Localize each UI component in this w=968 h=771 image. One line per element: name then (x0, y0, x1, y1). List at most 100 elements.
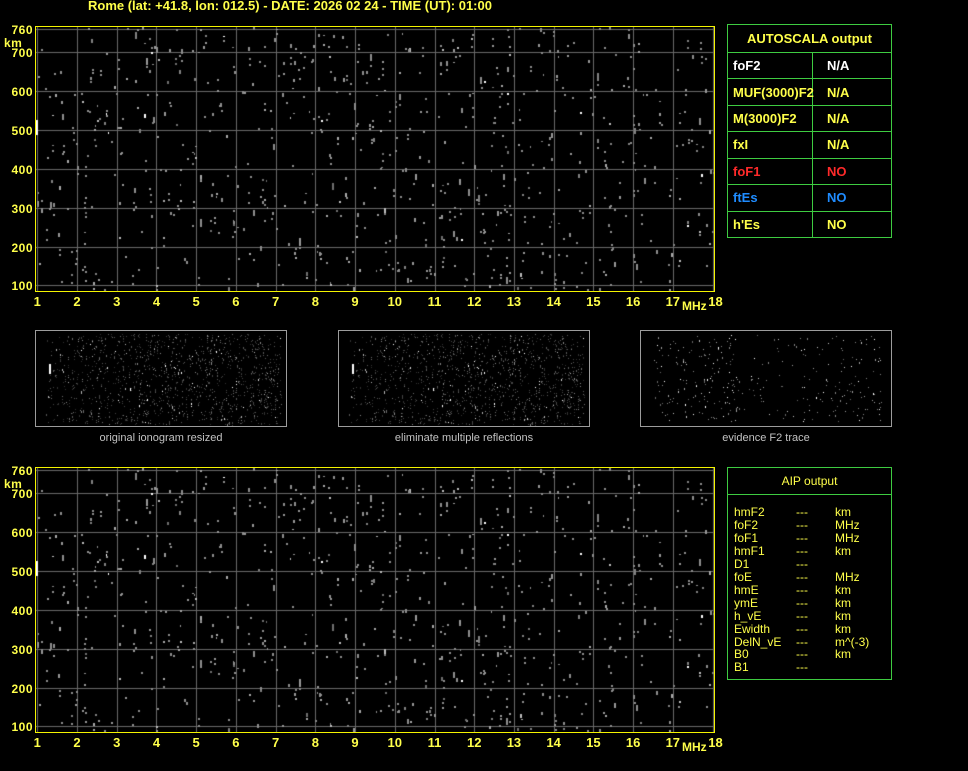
aip-param-label: hmF2 (734, 505, 765, 519)
thumbnail-canvas-1 (36, 331, 286, 426)
aip-row-b0: B0 --- km (734, 648, 891, 661)
x-tick-label: 5 (192, 735, 200, 750)
aip-table-title: AIP output (728, 468, 891, 495)
x-tick-label: 10 (387, 735, 402, 750)
y-tick-label: 400 (11, 603, 33, 618)
x-tick-label: 11 (427, 735, 442, 750)
x-tick-label: 1 (33, 735, 41, 750)
y-tick-label: 600 (11, 85, 33, 100)
aip-row-h_ve: h_vE --- km (734, 608, 891, 623)
aip-param-value: --- (796, 530, 808, 545)
x-tick-label: 16 (625, 294, 641, 309)
aip-param-value: --- (796, 569, 808, 584)
x-tick-label: 4 (152, 735, 161, 750)
y-tick-label: 400 (11, 162, 33, 177)
x-tick-label: 12 (466, 294, 482, 309)
x-tick-label: 2 (73, 294, 81, 309)
aip-param-value: --- (796, 505, 808, 519)
aip-param-unit: km (835, 595, 851, 610)
y-tick-label: 500 (11, 565, 33, 579)
autoscala-param-label: ftEs (728, 185, 813, 211)
aip-param-unit (835, 558, 891, 571)
autoscala-row-fof1: foF1 NO (728, 158, 891, 186)
autoscala-param-label: MUF(3000)F2 (728, 79, 814, 105)
x-tick-label: 15 (586, 735, 601, 750)
aip-row-ewidth: Ewidth --- km (734, 621, 891, 636)
x-tick-label: 5 (192, 294, 200, 309)
y-axis-unit-top: km (4, 35, 23, 50)
x-tick-label: 8 (311, 294, 319, 309)
autoscala-param-value: N/A (827, 84, 850, 100)
aip-param-unit: MHz (835, 569, 860, 584)
thumbnail-2 (338, 330, 590, 427)
x-tick-label: 6 (232, 735, 240, 750)
x-axis-unit-top: MHz (682, 299, 707, 313)
aip-param-value: --- (796, 595, 808, 610)
aip-param-label: hmE (734, 582, 759, 597)
aip-row-hmf2: hmF2 --- km (734, 506, 891, 519)
aip-param-label: ymE (734, 595, 758, 610)
aip-row-fof1: foF1 --- MHz (734, 530, 891, 545)
autoscala-param-label: h'Es (728, 211, 813, 237)
autoscala-param-value: N/A (827, 58, 850, 74)
autoscala-row-fxi: fxI N/A (728, 132, 891, 159)
y-tick-label: 300 (11, 642, 33, 657)
aip-param-unit: MHz (835, 530, 860, 545)
autoscala-param-value: NO (827, 216, 847, 232)
aip-param-value: --- (796, 608, 808, 623)
autoscala-param-label: foF2 (728, 53, 813, 79)
autoscala-row-hes: h'Es NO (728, 211, 891, 237)
aip-param-label: h_vE (734, 608, 762, 623)
aip-row-d1: D1 --- (734, 556, 891, 571)
aip-output-table: AIP output hmF2 --- km foF2 --- MHz foF1 --- MHz… (727, 467, 892, 680)
aip-row-yme: ymE --- km (734, 595, 891, 610)
aip-param-value: --- (796, 517, 808, 532)
aip-param-value: --- (796, 660, 808, 675)
autoscala-param-label: foF1 (728, 158, 813, 185)
aip-param-value: --- (796, 621, 808, 636)
x-tick-label: 10 (387, 294, 402, 309)
y-tick-label: 500 (11, 124, 33, 138)
y-tick-label: 200 (11, 240, 33, 255)
aip-param-label: D1 (734, 556, 750, 571)
y-tick-label: 600 (11, 526, 33, 541)
aip-row-hmf1: hmF1 --- km (734, 543, 891, 558)
aip-row-hme: hmE --- km (734, 582, 891, 597)
aip-param-unit: km (835, 505, 851, 519)
x-tick-label: 14 (546, 735, 561, 750)
aip-param-unit: km (835, 608, 851, 623)
x-tick-label: 12 (466, 735, 482, 750)
y-tick-label: 100 (11, 720, 33, 735)
aip-table-body: hmF2 --- km foF2 --- MHz foF1 --- MHz hmF1 --- km D1… (728, 495, 891, 674)
x-tick-label: 16 (625, 735, 641, 750)
x-tick-label: 9 (351, 735, 359, 750)
x-tick-label: 3 (113, 294, 121, 309)
x-tick-label: 9 (351, 294, 359, 309)
x-tick-label: 6 (232, 294, 240, 309)
aip-param-unit: MHz (835, 517, 860, 532)
aip-row-deln_ve: DelN_vE --- m^(-3) (734, 635, 891, 649)
x-tick-label: 13 (506, 735, 522, 750)
autoscala-param-value: NO (827, 190, 847, 206)
aip-param-unit: km (835, 647, 851, 662)
thumbnail-3 (640, 330, 892, 427)
aip-param-value: --- (796, 556, 808, 571)
autoscala-param-label: fxI (728, 132, 813, 158)
y-tick-label: 200 (11, 681, 33, 696)
autoscala-screen: Rome (lat: +41.8, lon: 012.5) - DATE: 20… (0, 0, 968, 755)
autoscala-row-fof2: foF2 N/A (728, 53, 891, 80)
y-tick-label: 300 (11, 201, 33, 216)
x-tick-label: 4 (152, 294, 161, 309)
autoscala-table-title: AUTOSCALA output (728, 25, 891, 53)
x-tick-label: 8 (311, 735, 319, 750)
autoscala-param-value: NO (827, 163, 847, 179)
aip-param-unit: km (835, 582, 851, 597)
x-tick-label: 1 (33, 294, 41, 309)
aip-param-value: --- (796, 543, 808, 558)
aip-row-foe: foE --- MHz (734, 569, 891, 584)
x-tick-label: 7 (271, 294, 280, 309)
x-tick-label: 13 (506, 294, 522, 309)
thumbnail-canvas-3 (641, 331, 891, 426)
y-tick-label: 760 (11, 464, 33, 478)
aip-param-unit (835, 661, 891, 674)
